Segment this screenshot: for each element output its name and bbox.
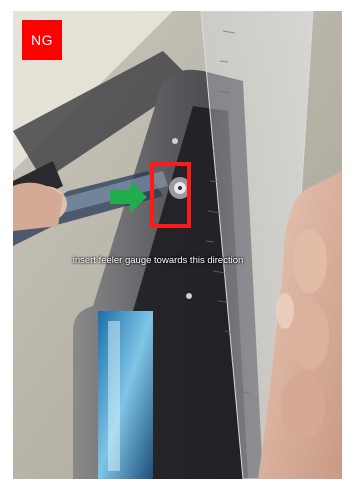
ng-badge: NG bbox=[22, 20, 62, 60]
photo-scene bbox=[13, 11, 342, 479]
photo-frame: NG insert feeler gauge towards this dire… bbox=[13, 11, 342, 479]
screen-glare bbox=[108, 321, 120, 471]
caption-text: insert feeler gauge towards this directi… bbox=[72, 255, 244, 266]
device-screen bbox=[98, 311, 153, 479]
